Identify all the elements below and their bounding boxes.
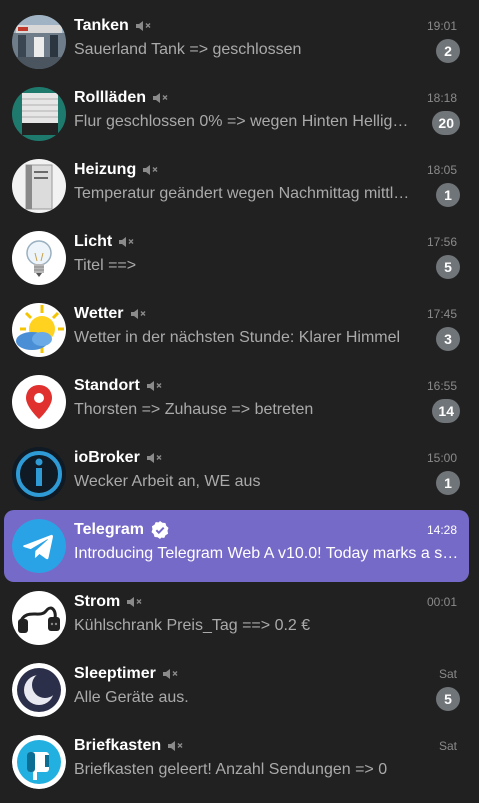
chat-time: 00:01 — [426, 595, 457, 609]
chat-preview: Kühlschrank Preis_Tag ==> 0.2 € — [74, 617, 311, 634]
chat-item-briefkasten[interactable]: Briefkasten Sat Briefkasten geleert! Anz… — [4, 726, 469, 798]
chat-name: Heizung — [74, 161, 137, 178]
chat-name: Strom — [74, 593, 121, 610]
chat-title: Strom — [74, 592, 144, 612]
chat-title: Rollläden — [74, 88, 170, 108]
muted-speaker-icon — [152, 91, 170, 105]
gas-station-avatar-icon — [12, 15, 66, 69]
chat-preview: Wecker Arbeit an, WE aus — [74, 473, 261, 490]
chat-name: Briefkasten — [74, 737, 162, 754]
chat-item-tanken[interactable]: Tanken 19:01 Sauerland Tank => geschloss… — [4, 6, 469, 78]
moon-avatar-icon — [12, 663, 66, 717]
chat-time: 16:55 — [426, 379, 457, 393]
muted-speaker-icon — [142, 163, 160, 177]
chat-item-iobroker[interactable]: ioBroker 15:00 Wecker Arbeit an, WE aus … — [4, 438, 469, 510]
chat-title: Briefkasten — [74, 736, 185, 756]
chat-time: 15:00 — [426, 451, 457, 465]
chat-time: 18:18 — [426, 91, 457, 105]
chat-item-wetter[interactable]: Wetter 17:45 Wetter in der nächsten Stun… — [4, 294, 469, 366]
chat-name: Rollläden — [74, 89, 147, 106]
unread-badge: 2 — [436, 39, 460, 63]
chat-name: Wetter — [74, 305, 124, 322]
pellet-heater-avatar-icon — [12, 159, 66, 213]
chat-time: 14:28 — [426, 523, 457, 537]
muted-speaker-icon — [135, 19, 153, 33]
chat-name: ioBroker — [74, 449, 140, 466]
muted-speaker-icon — [130, 307, 148, 321]
chat-list: Tanken 19:01 Sauerland Tank => geschloss… — [0, 0, 479, 803]
telegram-logo-avatar-icon — [12, 519, 66, 573]
chat-name: Telegram — [74, 521, 144, 538]
chat-title: Sleeptimer — [74, 664, 180, 684]
chat-time: 17:56 — [426, 235, 457, 249]
chat-item-telegram[interactable]: Telegram 14:28 Introducing Telegram Web … — [4, 510, 469, 582]
iobroker-logo-avatar-icon — [12, 447, 66, 501]
sun-cloud-avatar-icon — [12, 303, 66, 357]
chat-item-licht[interactable]: Licht 17:56 Titel ==> 5 — [4, 222, 469, 294]
chat-name: Sleeptimer — [74, 665, 156, 682]
unread-badge: 1 — [436, 471, 460, 495]
chat-preview: Introducing Telegram Web A v10.0! Today … — [74, 545, 459, 562]
unread-badge: 5 — [436, 687, 460, 711]
chat-name: Licht — [74, 233, 113, 250]
muted-speaker-icon — [146, 451, 164, 465]
power-cable-avatar-icon — [12, 591, 66, 645]
chat-time: 17:45 — [426, 307, 457, 321]
muted-speaker-icon — [162, 667, 180, 681]
chat-item-heizung[interactable]: Heizung 18:05 Temperatur geändert wegen … — [4, 150, 469, 222]
chat-name: Tanken — [74, 17, 129, 34]
chat-preview: Sauerland Tank => geschlossen — [74, 41, 302, 58]
chat-item-rolllaeden[interactable]: Rollläden 18:18 Flur geschlossen 0% => w… — [4, 78, 469, 150]
chat-title: Standort — [74, 376, 164, 396]
chat-time: 19:01 — [426, 19, 457, 33]
verified-badge-icon — [150, 520, 170, 540]
unread-badge: 14 — [432, 399, 460, 423]
chat-title: Tanken — [74, 16, 153, 36]
chat-time: Sat — [438, 739, 457, 753]
window-shutter-avatar-icon — [12, 87, 66, 141]
unread-badge: 20 — [432, 111, 460, 135]
chat-time: 18:05 — [426, 163, 457, 177]
chat-title: Wetter — [74, 304, 148, 324]
muted-speaker-icon — [126, 595, 144, 609]
chat-item-standort[interactable]: Standort 16:55 Thorsten => Zuhause => be… — [4, 366, 469, 438]
chat-title: Heizung — [74, 160, 160, 180]
muted-speaker-icon — [167, 739, 185, 753]
chat-item-sleeptimer[interactable]: Sleeptimer Sat Alle Geräte aus. 5 — [4, 654, 469, 726]
chat-time: Sat — [438, 667, 457, 681]
muted-speaker-icon — [146, 379, 164, 393]
chat-title: Telegram — [74, 520, 170, 540]
unread-badge: 3 — [436, 327, 460, 351]
chat-item-strom[interactable]: Strom 00:01 Kühlschrank Preis_Tag ==> 0.… — [4, 582, 469, 654]
chat-preview: Wetter in der nächsten Stunde: Klarer Hi… — [74, 329, 401, 346]
chat-preview: Briefkasten geleert! Anzahl Sendungen =>… — [74, 761, 388, 778]
chat-preview: Titel ==> — [74, 257, 137, 274]
muted-speaker-icon — [118, 235, 136, 249]
chat-name: Standort — [74, 377, 140, 394]
unread-badge: 1 — [436, 183, 460, 207]
light-bulb-avatar-icon — [12, 231, 66, 285]
unread-badge: 5 — [436, 255, 460, 279]
chat-title: Licht — [74, 232, 136, 252]
mailbox-avatar-icon — [12, 735, 66, 789]
chat-title: ioBroker — [74, 448, 164, 468]
chat-preview: Thorsten => Zuhause => betreten — [74, 401, 314, 418]
chat-preview: Flur geschlossen 0% => wegen Hinten Hell… — [74, 113, 414, 130]
chat-preview: Temperatur geändert wegen Nachmittag mit… — [74, 185, 414, 202]
chat-preview: Alle Geräte aus. — [74, 689, 189, 706]
map-pin-avatar-icon — [12, 375, 66, 429]
